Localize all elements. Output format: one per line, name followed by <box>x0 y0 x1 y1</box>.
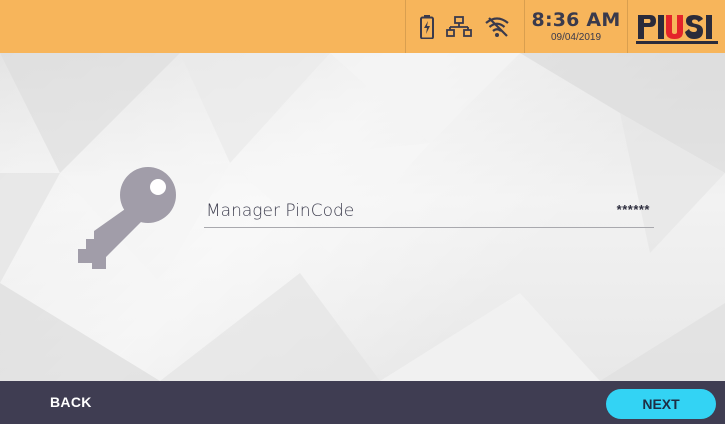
next-button[interactable]: NEXT <box>606 389 716 419</box>
network-icon <box>446 15 472 38</box>
piusi-logo-icon <box>635 11 718 44</box>
wifi-off-icon <box>484 16 510 38</box>
pin-code-value[interactable]: ****** <box>617 202 650 217</box>
battery-icon <box>420 14 434 39</box>
clock-time: 8:36 AM <box>531 9 621 31</box>
status-icons <box>405 0 524 53</box>
status-area: 8:36 AM 09/04/2019 <box>405 0 725 53</box>
main-panel: Manager PinCode ****** <box>0 53 725 381</box>
clock: 8:36 AM 09/04/2019 <box>524 0 627 53</box>
piusi-logo <box>627 0 725 53</box>
bottom-nav-bar: BACK NEXT <box>0 381 725 424</box>
clock-date: 09/04/2019 <box>550 32 602 43</box>
back-button[interactable]: BACK <box>50 394 92 410</box>
top-status-bar: 8:36 AM 09/04/2019 <box>0 0 725 53</box>
pin-code-field[interactable]: Manager PinCode ****** <box>204 187 654 228</box>
key-icon <box>76 165 182 276</box>
pin-code-label: Manager PinCode <box>206 201 355 221</box>
